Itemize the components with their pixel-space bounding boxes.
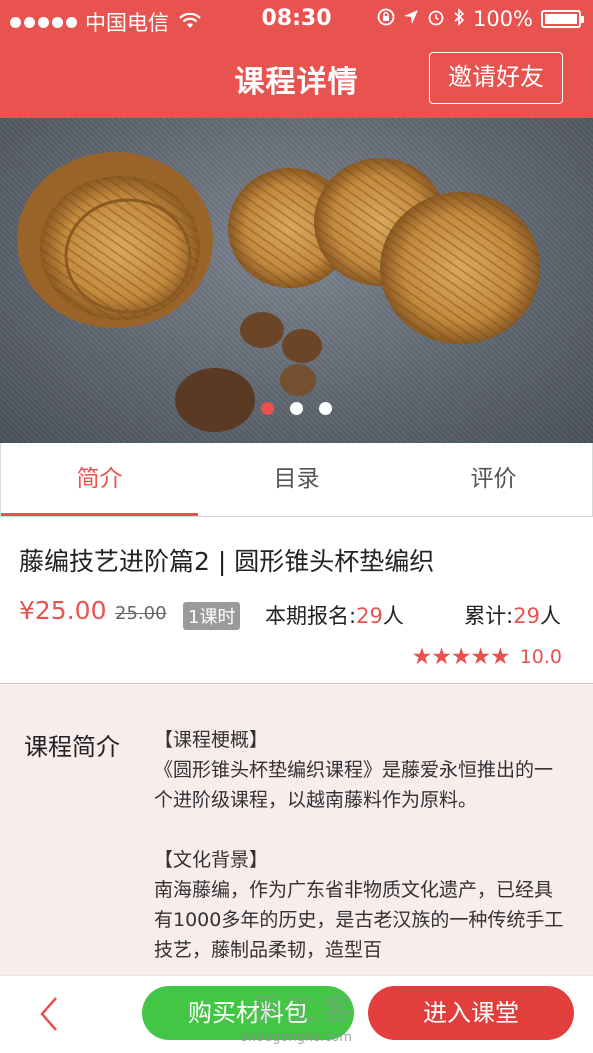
battery-icon: [541, 10, 584, 28]
status-right: 100%: [377, 7, 584, 31]
carousel-dot[interactable]: [319, 402, 332, 415]
total-count: 累计:29人: [464, 600, 561, 630]
intro-heading-summary: 【课程梗概】: [154, 729, 269, 751]
course-price: ¥25.00: [19, 596, 107, 625]
carousel-dot[interactable]: [261, 402, 274, 415]
detail-tabs: 简介 目录 评价: [0, 443, 593, 517]
rotation-lock-icon: [377, 8, 395, 31]
bluetooth-icon: [453, 7, 465, 31]
course-detail-page: 中国电信 08:30 100% 课程详情 邀请好友 简介 目录 评价 藤编技艺进…: [0, 0, 593, 1053]
rating: ★★★★★ 10.0: [412, 644, 562, 670]
carousel-indicator: [0, 402, 593, 415]
battery-percent: 100%: [472, 7, 533, 31]
intro-text: 【课程梗概】 《圆形锥头杯垫编织课程》是藤爱永恒推出的一个进阶级课程，以越南藤料…: [154, 725, 566, 965]
watermark-logo: 手工客: [250, 993, 358, 1028]
invite-friends-button[interactable]: 邀请好友: [429, 52, 563, 104]
alarm-icon: [427, 8, 445, 31]
star-rating-icon: ★★★★★: [411, 644, 511, 670]
enroll-count: 本期报名:29人: [265, 600, 404, 630]
course-title: 藤编技艺进阶篇2 | 圆形锥头杯垫编织: [19, 547, 435, 576]
course-info: 藤编技艺进阶篇2 | 圆形锥头杯垫编织 ¥25.00 25.00 1课时 本期报…: [0, 518, 593, 684]
original-price: 25.00: [115, 603, 167, 624]
lesson-count-badge: 1课时: [183, 602, 241, 630]
intro-label: 课程简介: [24, 733, 120, 761]
intro-paragraph-culture: 南海藤编，作为广东省非物质文化遗产，已经具有1000多年的历史，是古老汉族的一种…: [154, 879, 564, 961]
tab-intro[interactable]: 简介: [1, 443, 198, 516]
location-icon: [403, 9, 419, 30]
total-label: 累计:: [464, 604, 514, 628]
enroll-label: 本期报名:: [265, 604, 357, 628]
back-button[interactable]: [34, 994, 64, 1034]
watermark-url: shougongke.com: [241, 1030, 352, 1045]
total-unit: 人: [540, 604, 561, 628]
intro-paragraph-summary: 《圆形锥头杯垫编织课程》是藤爱永恒推出的一个进阶级课程，以越南藤料作为原料。: [154, 759, 554, 811]
tab-catalog[interactable]: 目录: [198, 443, 395, 516]
total-number: 29: [513, 604, 540, 628]
enroll-unit: 人: [382, 604, 404, 628]
rattan-coasters-image: [17, 152, 540, 432]
header: 中国电信 08:30 100% 课程详情 邀请好友: [0, 0, 593, 118]
status-bar: 中国电信 08:30 100%: [0, 0, 593, 40]
course-intro-section: 课程简介 【课程梗概】 《圆形锥头杯垫编织课程》是藤爱永恒推出的一个进阶级课程，…: [0, 685, 593, 975]
enroll-number: 29: [356, 604, 383, 628]
tab-reviews[interactable]: 评价: [395, 443, 592, 516]
intro-heading-culture: 【文化背景】: [154, 849, 269, 871]
chevron-left-icon: [40, 997, 57, 1031]
hero-carousel[interactable]: [0, 118, 593, 443]
carousel-dot[interactable]: [290, 402, 303, 415]
rating-score: 10.0: [519, 646, 562, 668]
